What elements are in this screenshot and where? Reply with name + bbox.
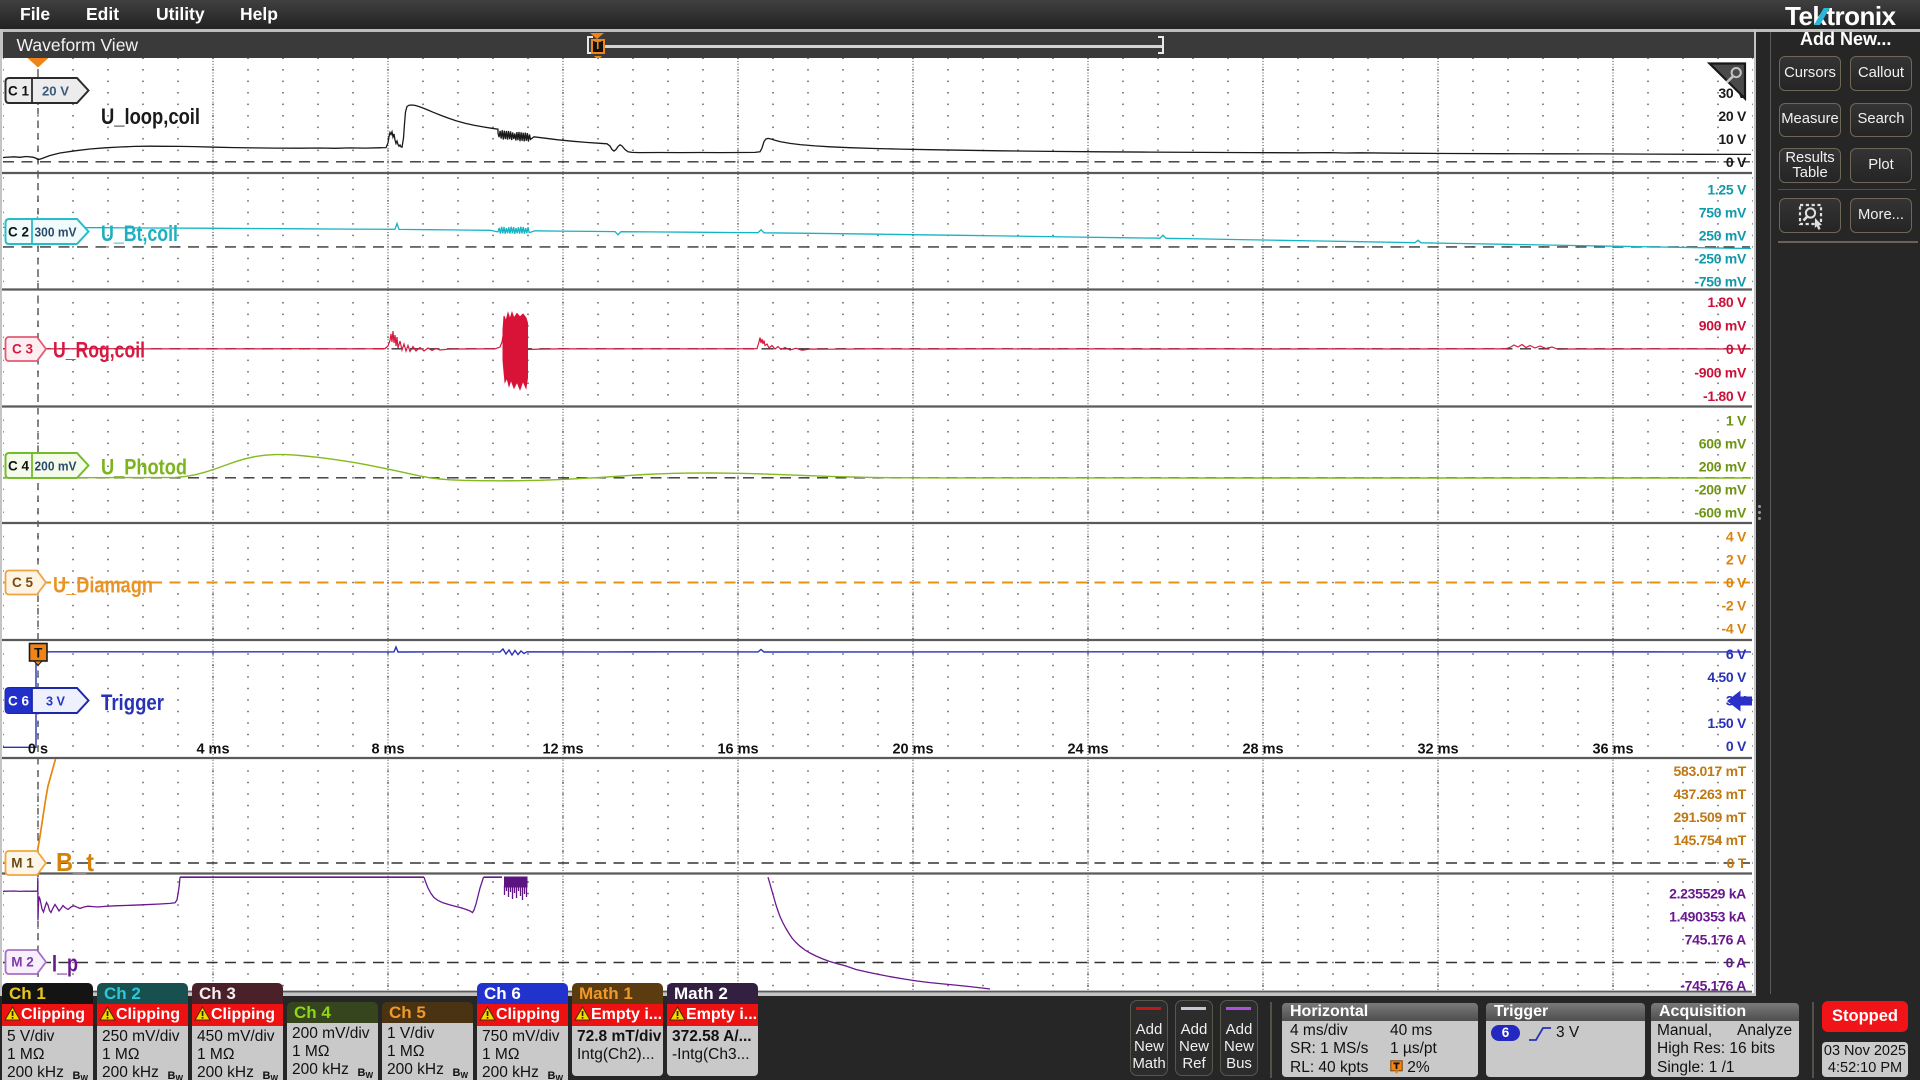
svg-text:583.017 mT: 583.017 mT <box>1674 763 1747 779</box>
svg-text:28 ms: 28 ms <box>1242 742 1283 758</box>
svg-text:C 5: C 5 <box>12 575 34 590</box>
svg-text:300 mV: 300 mV <box>35 225 77 240</box>
svg-text:0 V: 0 V <box>1726 341 1747 357</box>
svg-text:24 ms: 24 ms <box>1067 742 1108 758</box>
svg-text:-900 mV: -900 mV <box>1694 364 1747 380</box>
svg-text:-1.80 V: -1.80 V <box>1703 388 1747 404</box>
svg-text:20 V: 20 V <box>42 84 69 99</box>
svg-text:200 mV: 200 mV <box>35 459 77 474</box>
svg-text:4 V: 4 V <box>1726 529 1747 545</box>
svg-text:U_Bt,coil: U_Bt,coil <box>101 221 178 246</box>
svg-text:291.509 mT: 291.509 mT <box>1674 809 1747 825</box>
svg-text:1.25 V: 1.25 V <box>1707 182 1747 198</box>
svg-text:36 ms: 36 ms <box>1592 742 1633 758</box>
svg-text:20 V: 20 V <box>1718 108 1747 124</box>
svg-text:145.754 mT: 145.754 mT <box>1674 832 1747 848</box>
svg-text:C 6: C 6 <box>8 693 29 709</box>
svg-text:0 s: 0 s <box>28 742 48 758</box>
svg-text:-200 mV: -200 mV <box>1694 482 1747 498</box>
svg-text:M 2: M 2 <box>11 955 34 970</box>
svg-text:12 ms: 12 ms <box>542 742 583 758</box>
svg-text:1 V: 1 V <box>1726 413 1747 429</box>
svg-text:16 ms: 16 ms <box>717 742 758 758</box>
svg-text:1.490353 kA: 1.490353 kA <box>1669 909 1746 925</box>
svg-text:U_Photod: U_Photod <box>101 455 187 480</box>
svg-text:0 A: 0 A <box>1726 955 1747 971</box>
svg-text:900 mV: 900 mV <box>1699 318 1747 334</box>
svg-text:4.50 V: 4.50 V <box>1707 669 1747 685</box>
svg-text:B_t: B_t <box>56 847 94 877</box>
svg-text:745.176 A: 745.176 A <box>1685 932 1747 948</box>
svg-text:C 1: C 1 <box>8 83 29 99</box>
svg-text:U_Rog,coil: U_Rog,coil <box>53 338 145 363</box>
svg-text:437.263 mT: 437.263 mT <box>1674 786 1747 802</box>
svg-text:C 3: C 3 <box>12 342 34 357</box>
svg-text:0 V: 0 V <box>1726 738 1747 754</box>
svg-text:6 V: 6 V <box>1726 646 1747 662</box>
svg-text:750 mV: 750 mV <box>1699 205 1747 221</box>
svg-text:C 4: C 4 <box>8 458 29 474</box>
svg-text:Trigger: Trigger <box>101 690 164 715</box>
svg-text:1.80 V: 1.80 V <box>1707 294 1747 310</box>
svg-text:250 mV: 250 mV <box>1699 228 1747 244</box>
svg-text:32 ms: 32 ms <box>1417 742 1458 758</box>
svg-text:-2 V: -2 V <box>1722 598 1747 614</box>
svg-text:U_Diamagn: U_Diamagn <box>53 573 153 598</box>
svg-text:10 V: 10 V <box>1718 131 1747 147</box>
svg-text:U_loop,coil: U_loop,coil <box>101 104 200 129</box>
svg-text:4 ms: 4 ms <box>196 742 229 758</box>
svg-text:M 1: M 1 <box>11 856 34 871</box>
svg-text:I_p: I_p <box>52 951 78 978</box>
svg-text:-600 mV: -600 mV <box>1694 505 1747 521</box>
svg-text:-750 mV: -750 mV <box>1694 274 1747 290</box>
svg-text:2.235529 kA: 2.235529 kA <box>1669 886 1746 902</box>
svg-text:600 mV: 600 mV <box>1699 436 1747 452</box>
svg-text:-745.176 A: -745.176 A <box>1680 978 1746 993</box>
svg-text:0 V: 0 V <box>1726 154 1747 170</box>
svg-text:-4 V: -4 V <box>1722 621 1747 637</box>
svg-text:-250 mV: -250 mV <box>1694 251 1747 267</box>
svg-text:C 2: C 2 <box>8 224 29 240</box>
svg-text:1.50 V: 1.50 V <box>1707 715 1747 731</box>
svg-text:200 mV: 200 mV <box>1699 459 1747 475</box>
svg-text:3 V: 3 V <box>46 694 65 709</box>
svg-text:2 V: 2 V <box>1726 552 1747 568</box>
svg-text:T: T <box>34 645 43 660</box>
svg-text:20 ms: 20 ms <box>892 742 933 758</box>
svg-text:0 T: 0 T <box>1727 855 1747 871</box>
svg-text:0 V: 0 V <box>1726 575 1747 591</box>
svg-text:8 ms: 8 ms <box>371 742 404 758</box>
